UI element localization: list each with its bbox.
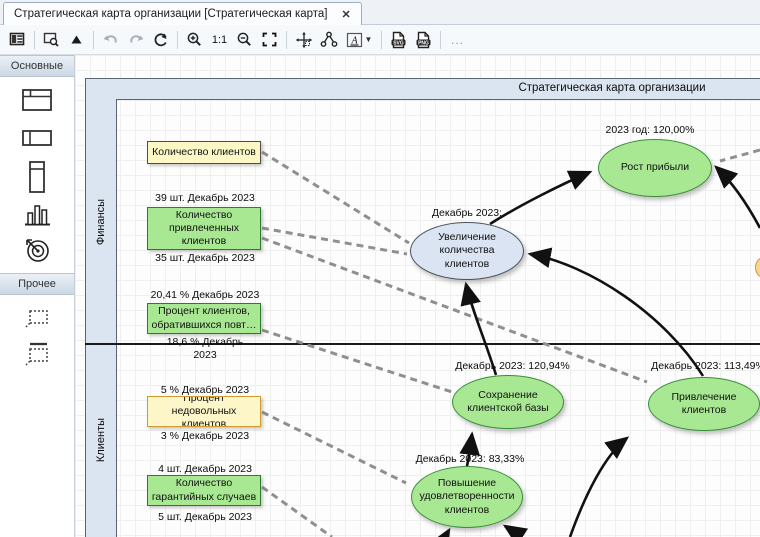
free-shape-line-icon[interactable]	[0, 337, 74, 371]
indicator-box[interactable]: Количество привлеченных клиентов	[147, 207, 261, 250]
indicator-fact-label: 5 шт. Декабрь 2023	[135, 511, 275, 524]
diagram-title: Стратегическая карта организации	[512, 82, 712, 94]
indicator-box[interactable]: Процент недовольных клиентов	[147, 396, 261, 427]
indicator-plan-label: 5 % Декабрь 2023	[135, 384, 275, 397]
pan-icon[interactable]	[291, 28, 316, 52]
refresh-icon[interactable]	[148, 28, 173, 52]
goal-ellipse[interactable]: Увеличение количества клиентов	[410, 222, 524, 280]
svg-label-glyph: SVG	[393, 40, 404, 46]
goal-ellipse[interactable]: Рост прибыли	[598, 139, 712, 197]
goal-name: Рост прибыли	[621, 161, 689, 174]
palette-section-other[interactable]: Прочее	[0, 273, 74, 295]
app-window: Стратегическая карта организации [Страте…	[0, 0, 760, 537]
goal-value-label: Декабрь 2023: 120,94%	[435, 360, 590, 372]
goal-ellipse[interactable]: Повышение удовлетворенности клиентов	[411, 466, 523, 528]
indicator-fact-label: 3 % Декабрь 2023	[135, 430, 275, 443]
palette-section-label: Прочее	[18, 278, 56, 290]
toolbar-separator	[440, 31, 441, 49]
tab-strategic-map[interactable]: Стратегическая карта организации [Страте…	[3, 2, 362, 25]
chevron-down-icon: ▼	[365, 35, 373, 44]
goal-value-label: Декабрь 2023:	[397, 207, 537, 219]
free-shape-icon[interactable]	[0, 301, 74, 335]
png-label-glyph: PNG	[418, 40, 429, 46]
undo-icon[interactable]	[98, 28, 123, 52]
diagram-find-icon[interactable]	[39, 28, 64, 52]
diagram-canvas[interactable]: Стратегическая карта организации Финансы…	[75, 55, 760, 537]
zoom-in-icon[interactable]	[182, 28, 207, 52]
indicator-name: Количество клиентов	[152, 146, 256, 159]
redo-icon[interactable]	[123, 28, 148, 52]
tab-close-icon[interactable]: ✕	[342, 8, 351, 21]
toolbar-separator	[34, 31, 35, 49]
tab-bar: Стратегическая карта организации [Страте…	[0, 0, 760, 25]
indicator-name: Процент недовольных клиентов	[151, 396, 257, 427]
toolbar-overflow-button[interactable]: ...	[445, 28, 470, 52]
text-style-icon[interactable]: A ▼	[341, 28, 377, 52]
vertical-lane-icon[interactable]	[0, 155, 74, 199]
hierarchy-icon[interactable]	[316, 28, 341, 52]
zoom-out-icon[interactable]	[232, 28, 257, 52]
scale-label: 1:1	[210, 34, 229, 46]
bar-chart-icon[interactable]	[0, 197, 74, 231]
more-label: ...	[445, 33, 470, 47]
goal-target-icon[interactable]	[0, 233, 74, 267]
goal-value-label: Декабрь 2023: 113,49%	[628, 360, 760, 372]
indicator-plan-label: 4 шт. Декабрь 2023	[135, 463, 275, 476]
shape-palette: Основные Прочее	[0, 55, 75, 537]
indicator-fact-label: 35 шт. Декабрь 2023	[155, 252, 255, 265]
horizontal-lane-icon[interactable]	[0, 121, 74, 155]
export-png-icon[interactable]: PNG	[411, 28, 436, 52]
indicator-plan-label: 20,41 % Декабрь 2023	[135, 289, 275, 302]
toolbar-separator	[93, 31, 94, 49]
indicator-name: Количество привлеченных клиентов	[151, 209, 257, 248]
goal-value-label: Декабрь 2023: 83,33%	[395, 453, 545, 465]
indicator-name: Процент клиентов, обратившихся повт…	[151, 305, 257, 331]
goal-name: Сохранение клиентской базы	[461, 389, 555, 415]
indicator-name: Количество гарантийных случаев	[151, 477, 257, 503]
lane-label-clients: Клиенты	[95, 380, 107, 500]
swimlane-grid-icon[interactable]	[0, 83, 74, 117]
goal-value-label: 2023 год: 120,00%	[580, 124, 720, 136]
toolbar-separator	[177, 31, 178, 49]
indicator-box[interactable]: Количество гарантийных случаев	[147, 475, 261, 506]
properties-icon[interactable]	[5, 28, 30, 52]
toolbar: 1:1 A ▼ SVG PNG ...	[0, 25, 760, 55]
indicator-box[interactable]: Процент клиентов, обратившихся повт…	[147, 303, 261, 334]
goal-name: Повышение удовлетворенности клиентов	[420, 477, 515, 516]
actual-size-button[interactable]: 1:1	[207, 28, 232, 52]
lane-label-finances: Финансы	[95, 162, 107, 282]
indicator-box[interactable]: Количество клиентов	[147, 141, 261, 164]
toolbar-separator	[286, 31, 287, 49]
tab-title: Стратегическая карта организации [Страте…	[14, 8, 328, 20]
indicator-fact-label: 18,6 % Декабрь 2023	[155, 336, 255, 361]
offscreen-shape-sliver[interactable]	[755, 257, 760, 278]
goal-name: Привлечение клиентов	[657, 391, 751, 417]
indicator-plan-label: 39 шт. Декабрь 2023	[135, 192, 275, 205]
goal-ellipse[interactable]: Привлечение клиентов	[648, 377, 760, 431]
export-svg-icon[interactable]: SVG	[386, 28, 411, 52]
fit-screen-icon[interactable]	[257, 28, 282, 52]
triangle-up-icon[interactable]	[64, 28, 89, 52]
goal-ellipse[interactable]: Сохранение клиентской базы	[452, 375, 564, 429]
toolbar-separator	[381, 31, 382, 49]
goal-name: Увеличение количества клиентов	[419, 231, 515, 270]
palette-section-label: Основные	[11, 60, 63, 72]
palette-section-main[interactable]: Основные	[0, 55, 74, 77]
